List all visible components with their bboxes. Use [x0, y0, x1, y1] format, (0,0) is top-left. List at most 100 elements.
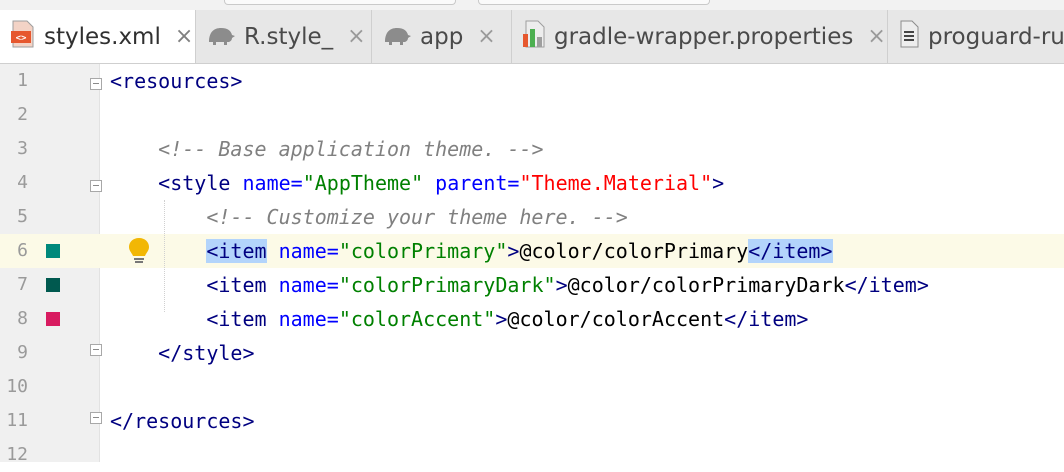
- color-swatch-icon[interactable]: [46, 312, 60, 326]
- code-line[interactable]: 7 <item name="colorPrimaryDark">@color/c…: [0, 268, 1064, 302]
- tab-label: gradle-wrapper.properties: [554, 23, 854, 50]
- code-token: name: [242, 171, 291, 195]
- fold-marker-icon[interactable]: [90, 412, 102, 424]
- editor-tab-bar: <> styles.xml × R.style_ × app × gradle-…: [0, 10, 1064, 64]
- code-token: <!-- Base application theme. -->: [158, 137, 544, 161]
- tab-label: styles.xml: [44, 23, 161, 50]
- code-line[interactable]: 10: [0, 370, 1064, 404]
- code-token: =: [326, 239, 339, 263]
- code-line[interactable]: 6 <item name="colorPrimary">@color/color…: [0, 234, 1064, 268]
- code-token: <: [158, 171, 171, 195]
- color-swatch-icon[interactable]: [46, 278, 60, 292]
- code-token: "colorAccent": [338, 307, 496, 331]
- code-token: name: [278, 273, 327, 297]
- code-line[interactable]: 12: [0, 438, 1064, 472]
- close-icon[interactable]: ×: [347, 24, 365, 49]
- code-token: "AppTheme": [302, 171, 424, 195]
- tab-styles-xml[interactable]: <> styles.xml ×: [0, 10, 196, 63]
- code-token: =: [326, 307, 339, 331]
- line-number: 4: [17, 172, 28, 193]
- line-number: 7: [17, 274, 28, 295]
- properties-file-icon: [522, 20, 546, 54]
- line-number: 1: [17, 70, 28, 91]
- code-text: <!-- Customize your theme here. -->: [110, 200, 627, 234]
- code-token: ": [700, 171, 713, 195]
- code-text: <style name="AppTheme" parent="Theme.Mat…: [110, 166, 724, 200]
- code-line[interactable]: 1 <resources>: [0, 64, 1064, 98]
- code-token: >: [507, 239, 520, 263]
- line-number: 12: [6, 444, 28, 465]
- code-line[interactable]: 11 </resources>: [0, 404, 1064, 438]
- code-token: ": [519, 171, 532, 195]
- tab-app[interactable]: app ×: [372, 10, 512, 63]
- color-swatch-icon[interactable]: [46, 244, 60, 258]
- code-token: >: [242, 409, 255, 433]
- indent-guide: [164, 200, 165, 312]
- code-token: Theme.Material: [531, 171, 701, 195]
- code-token: name: [278, 239, 327, 263]
- code-token: parent: [435, 171, 508, 195]
- line-number: 3: [17, 138, 28, 159]
- code-token: "colorPrimaryDark": [338, 273, 556, 297]
- code-token: =: [326, 273, 339, 297]
- code-token: </resources: [110, 409, 243, 433]
- code-line[interactable]: 8 <item name="colorAccent">@color/colorA…: [0, 302, 1064, 336]
- code-token: >: [820, 239, 833, 263]
- code-token: >: [712, 171, 725, 195]
- window-top-strip: [0, 0, 1064, 10]
- line-number: 6: [17, 240, 28, 261]
- code-token: @color/colorPrimary: [519, 239, 749, 263]
- tab-label: app: [420, 23, 464, 50]
- fold-marker-icon[interactable]: [90, 180, 102, 192]
- code-token: >: [242, 341, 255, 365]
- code-token: resources: [122, 69, 231, 93]
- tab-proguard-rules[interactable]: proguard-ru: [888, 10, 1064, 63]
- code-token: <item: [206, 273, 267, 297]
- tab-label: proguard-ru: [928, 23, 1064, 50]
- line-number: 5: [17, 206, 28, 227]
- code-token: >: [230, 69, 243, 93]
- code-token: </item: [748, 239, 821, 263]
- line-number: 2: [17, 104, 28, 125]
- svg-text:<>: <>: [16, 33, 27, 43]
- tab-gradle-wrapper-properties[interactable]: gradle-wrapper.properties ×: [512, 10, 888, 63]
- code-token: =: [507, 171, 520, 195]
- code-token: "colorPrimary": [338, 239, 508, 263]
- fold-marker-icon[interactable]: [90, 344, 102, 356]
- android-class-icon: [206, 22, 236, 52]
- code-line[interactable]: 2: [0, 98, 1064, 132]
- code-text: <!-- Base application theme. -->: [110, 132, 543, 166]
- line-number: 11: [6, 410, 28, 431]
- close-icon[interactable]: ×: [867, 24, 885, 49]
- code-token: <item: [206, 307, 267, 331]
- code-line[interactable]: 4 <style name="AppTheme" parent="Theme.M…: [0, 166, 1064, 200]
- line-number: 10: [6, 376, 28, 397]
- close-icon[interactable]: ×: [175, 24, 193, 49]
- code-line[interactable]: 3 <!-- Base application theme. -->: [0, 132, 1064, 166]
- code-text: <item name="colorAccent">@color/colorAcc…: [110, 302, 808, 336]
- code-line[interactable]: 9 </style>: [0, 336, 1064, 370]
- code-token: <: [110, 69, 123, 93]
- close-icon[interactable]: ×: [477, 24, 495, 49]
- code-text: <resources>: [110, 64, 242, 98]
- tab-label: R.style_: [244, 23, 334, 50]
- code-text: <item name="colorPrimary">@color/colorPr…: [110, 234, 833, 268]
- toolbar-edge: [224, 0, 456, 5]
- toolbar-edge: [478, 0, 710, 5]
- code-text: </resources>: [110, 404, 255, 438]
- code-token: >: [495, 307, 508, 331]
- code-token: >: [916, 273, 929, 297]
- code-token: @color/colorAccent: [507, 307, 725, 331]
- xml-file-icon: <>: [10, 20, 36, 54]
- code-line[interactable]: 5 <!-- Customize your theme here. -->: [0, 200, 1064, 234]
- fold-marker-icon[interactable]: [90, 78, 102, 90]
- tab-r-style[interactable]: R.style_ ×: [196, 10, 372, 63]
